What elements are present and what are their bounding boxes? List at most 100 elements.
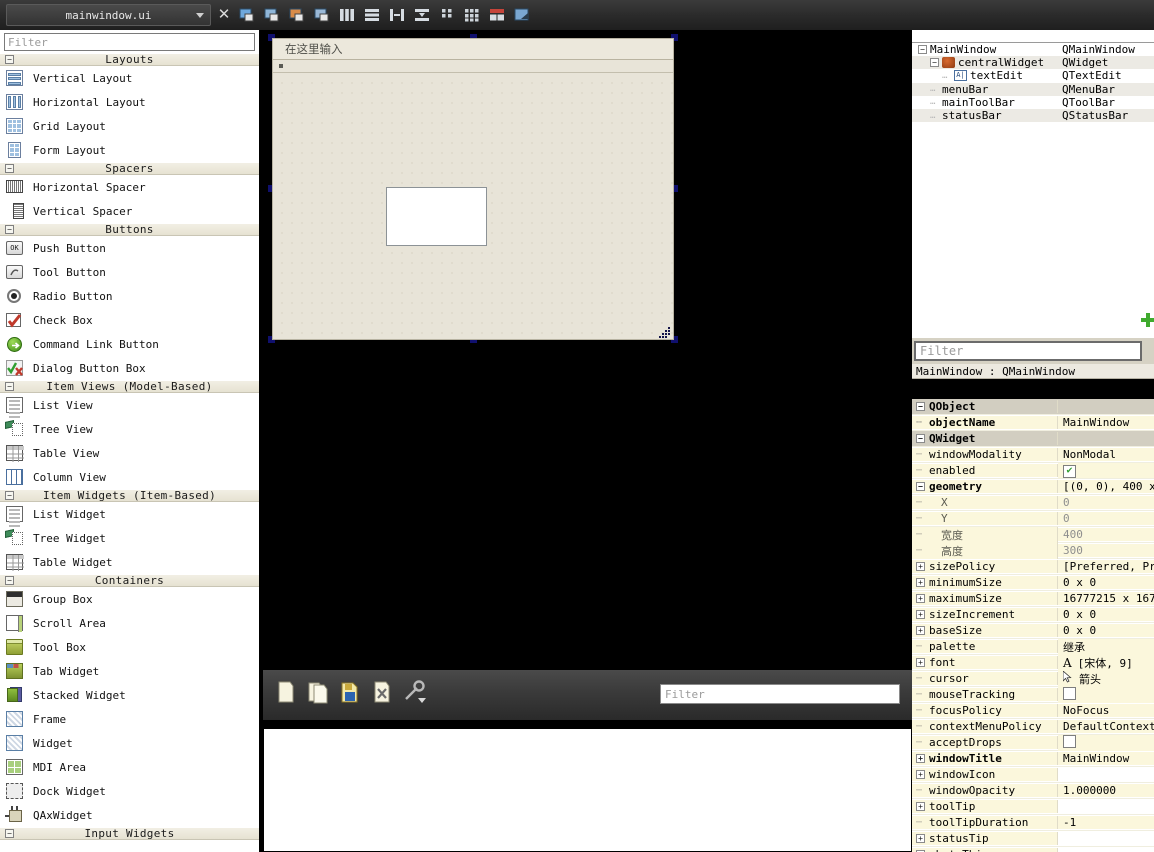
document-selector-combo[interactable]: mainwindow.ui [6,4,211,26]
widget-box-list[interactable]: − Layouts Vertical Layout Horizontal Layout… [0,53,259,852]
object-inspector-row[interactable]: − centralWidget QWidget [912,56,1154,70]
action-editor-panel[interactable] [263,728,912,852]
property-row[interactable]: + toolTip [912,799,1154,815]
property-value-cell[interactable]: A [宋体, 9] [1058,654,1154,671]
chevron-down-icon[interactable] [196,13,204,18]
property-value-cell[interactable]: NonModal [1058,448,1154,461]
settings-wrench-icon[interactable] [403,680,426,704]
widget-category-header-layouts[interactable]: − Layouts [0,53,259,66]
property-row[interactable]: ⋯ objectName MainWindow [912,415,1154,431]
form-tool-bar[interactable] [273,60,673,73]
property-value-cell[interactable]: [Preferred, Pre [1058,560,1154,573]
widget-category-header-containers[interactable]: − Containers [0,574,259,587]
property-row[interactable]: ⋯ mouseTracking [912,686,1154,703]
property-value-cell[interactable] [1058,686,1154,703]
widget-box-item-stacked-widget[interactable]: Stacked Widget [0,683,259,707]
property-row[interactable]: ⋯ acceptDrops [912,734,1154,751]
widget-category-header-buttons[interactable]: − Buttons [0,223,259,236]
property-expander-icon[interactable]: − [916,402,925,411]
property-expander-icon[interactable]: + [916,770,925,779]
property-group-row[interactable]: − QWidget [912,431,1154,447]
toolbar-grip-handle[interactable] [279,64,283,68]
property-expander-icon[interactable]: + [916,626,925,635]
property-row[interactable]: ⋯ contextMenuPolicy DefaultContextM [912,719,1154,735]
property-value-cell[interactable]: 0 [1058,512,1154,525]
property-row[interactable]: +whatsThis [912,847,1154,852]
widget-box-item-radio-button[interactable]: Radio Button [0,284,259,308]
save-form-icon[interactable] [339,680,361,704]
layout-vertical-splitter-icon[interactable] [411,4,433,26]
property-value-cell[interactable]: MainWindow [1058,752,1154,765]
open-form-icon[interactable] [307,680,329,704]
property-row[interactable]: + sizeIncrement 0 x 0 [912,607,1154,623]
break-layout-icon[interactable] [486,4,508,26]
object-inspector-row[interactable]: … menuBar QMenuBar [912,82,1154,96]
property-row[interactable]: + windowIcon [912,767,1154,783]
property-expander-icon[interactable]: − [916,434,925,443]
property-row[interactable]: + maximumSize 16777215 x 1677 [912,591,1154,607]
property-row[interactable]: + statusTip [912,831,1154,847]
property-row[interactable]: + minimumSize 0 x 0 [912,575,1154,591]
property-row[interactable]: ⋯ Y 0 [912,511,1154,527]
property-value-cell[interactable]: 0 x 0 [1058,624,1154,637]
widget-box-item-group-box[interactable]: Group Box [0,587,259,611]
widget-box-item-tab-widget[interactable]: Tab Widget [0,659,259,683]
edit-signals-slots-icon[interactable] [261,4,283,26]
object-inspector-row[interactable]: … A| textEdit QTextEdit [912,69,1154,82]
property-value-cell[interactable]: 400 [1058,528,1154,541]
property-row[interactable]: ⋯ enabled [912,463,1154,479]
new-form-icon[interactable] [275,680,297,704]
menu-type-here-placeholder[interactable]: 在这里输入 [279,40,349,58]
property-row[interactable]: + font A [宋体, 9] [912,654,1154,671]
main-window-form[interactable]: 在这里输入 [272,38,674,340]
edit-widgets-icon[interactable] [236,4,258,26]
edit-buddies-icon[interactable] [286,4,308,26]
property-value-cell[interactable]: NoFocus [1058,704,1154,717]
widget-box-item-vertical-spacer[interactable]: Vertical Spacer [0,199,259,223]
layout-horizontally-icon[interactable] [336,4,358,26]
tree-collapse-icon[interactable]: − [930,58,939,68]
property-value-cell[interactable]: 0 [1058,496,1154,509]
property-row[interactable]: ⋯ 宽度 400 [912,526,1154,543]
property-row[interactable]: + windowTitle MainWindow [912,751,1154,767]
property-row[interactable]: ⋯ palette 继承 [912,638,1154,655]
form-central-widget-canvas[interactable] [273,74,673,339]
property-value-cell[interactable] [1058,463,1154,478]
object-inspector[interactable]: − MainWindow QMainWindow − centralWidget QWid… [912,42,1154,327]
widget-box-item-table-view[interactable]: Table View [0,441,259,465]
form-editor-area[interactable]: 在这里输入 [263,30,912,670]
action-editor-filter-input[interactable]: Filter [660,684,900,704]
widget-box-item-push-button[interactable]: OK Push Button [0,236,259,260]
close-form-icon[interactable] [371,680,393,704]
widget-box-filter-input[interactable]: Filter [4,33,255,51]
widget-box-item-frame[interactable]: Frame [0,707,259,731]
form-resize-grip[interactable] [659,325,673,339]
property-row[interactable]: ⋯ toolTipDuration -1 [912,815,1154,831]
property-value-cell[interactable]: -1 [1058,816,1154,829]
layout-form-icon[interactable] [436,4,458,26]
object-inspector-row[interactable]: … mainToolBar QToolBar [912,96,1154,109]
widget-box-item-check-box[interactable]: Check Box [0,308,259,332]
form-menu-bar[interactable]: 在这里输入 [273,39,673,60]
widget-box-item-mdi-area[interactable]: MDI Area [0,755,259,779]
widget-box-item-vertical-layout[interactable]: Vertical Layout [0,66,259,90]
property-expander-icon[interactable]: + [916,658,925,667]
property-value-cell[interactable]: MainWindow [1058,416,1154,429]
widget-box-item-qaxwidget[interactable]: QAxWidget [0,803,259,827]
property-value-cell[interactable]: 16777215 x 1677 [1058,592,1154,605]
widget-box-item-tool-button[interactable]: Tool Button [0,260,259,284]
widget-box-item-tree-widget[interactable]: Tree Widget [0,526,259,550]
property-expander-icon[interactable]: + [916,594,925,603]
property-value-cell[interactable]: DefaultContextM [1058,720,1154,733]
property-expander-icon[interactable]: − [916,482,925,491]
widget-box-item-tool-box[interactable]: Tool Box [0,635,259,659]
widget-box-item-tree-view[interactable]: Tree View [0,417,259,441]
widget-box-item-widget[interactable]: Widget [0,731,259,755]
object-inspector-row[interactable]: − MainWindow QMainWindow [912,43,1154,56]
property-value-cell[interactable]: 0 x 0 [1058,608,1154,621]
property-group-row[interactable]: − QObject [912,399,1154,415]
checkbox-checked-icon[interactable] [1063,464,1076,478]
property-value-cell[interactable]: 箭头 [1058,670,1154,687]
property-value-cell[interactable] [1058,734,1154,751]
tree-collapse-icon[interactable]: − [918,45,927,55]
